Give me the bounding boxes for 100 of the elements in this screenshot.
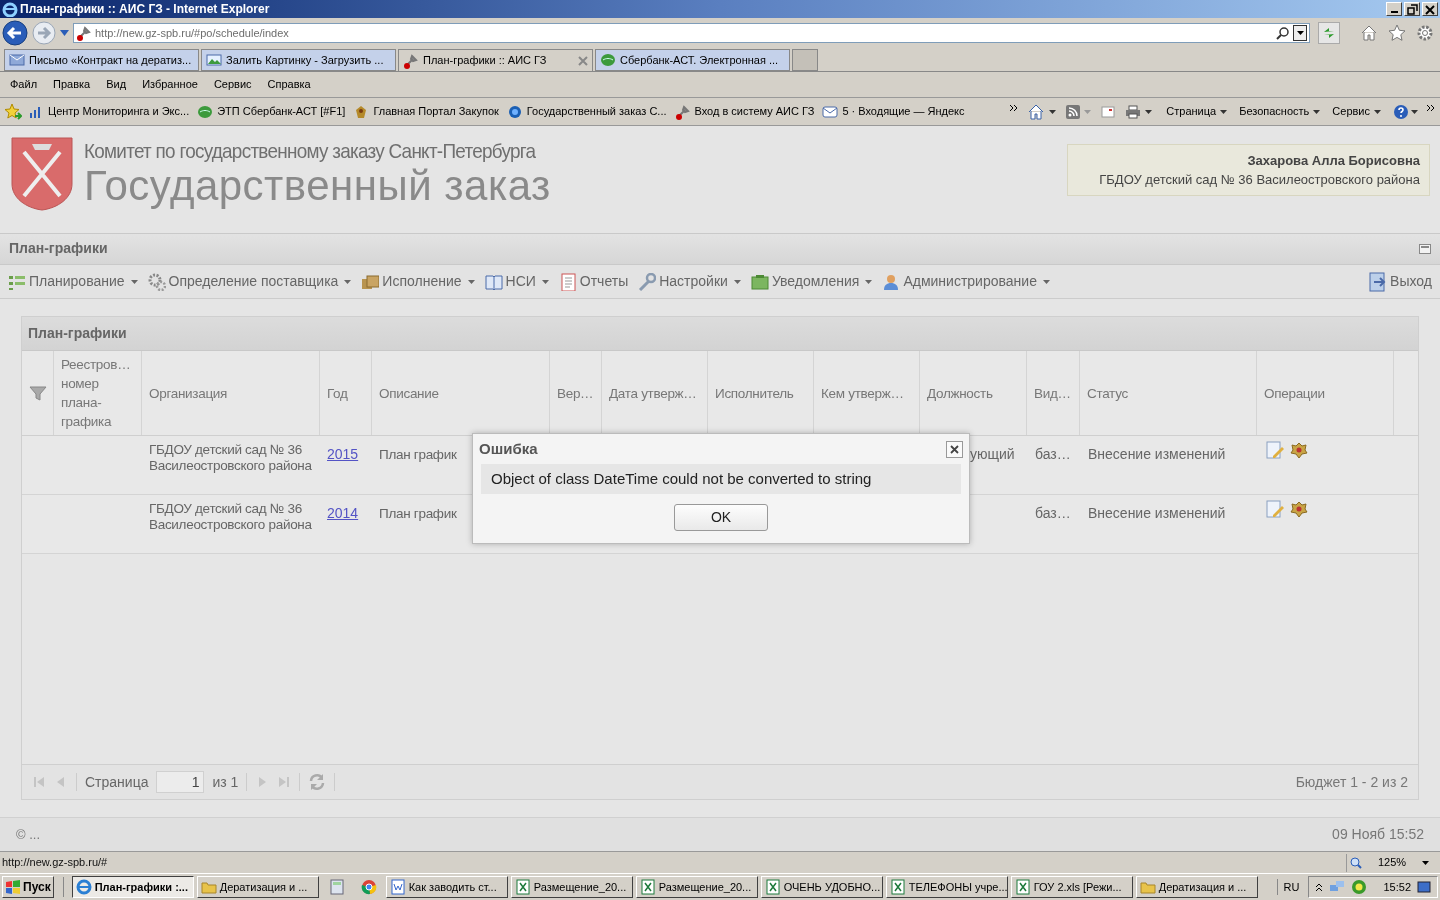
site-icon (197, 103, 214, 120)
minimize-button[interactable] (1386, 2, 1402, 16)
chevron-icon[interactable] (1426, 103, 1436, 112)
menu-item[interactable]: Избранное (134, 76, 206, 93)
zoom-button[interactable]: 125% (1346, 853, 1432, 872)
browser-tab[interactable]: Сбербанк-АСТ. Электронная ... (595, 49, 790, 71)
add-favorite-icon[interactable] (4, 102, 22, 121)
taskbar-button[interactable]: Размещение_20... (510, 876, 633, 898)
home-icon[interactable] (1027, 102, 1046, 121)
close-button[interactable] (1422, 2, 1438, 16)
history-dropdown-icon[interactable] (60, 30, 69, 36)
favorites-link[interactable]: 5 · Входящие — Яндекс (822, 103, 965, 120)
menu-item[interactable]: Файл (2, 76, 46, 93)
show-desktop-icon[interactable] (1417, 880, 1431, 894)
toolbar-icon (638, 272, 657, 291)
status-url: http://new.gz-spb.ru/# (2, 855, 108, 871)
column-header[interactable]: Вер… (557, 383, 594, 403)
feed-icon[interactable] (1066, 104, 1081, 119)
favorites-link[interactable]: Государственный заказ С... (506, 103, 667, 120)
menu-item[interactable]: Сервис (205, 76, 260, 93)
favorites-link[interactable]: ЭТП Сбербанк-АСТ [#F1] (197, 103, 346, 120)
command-menu-button[interactable]: Сервис (1332, 103, 1381, 120)
app-icon (764, 879, 781, 895)
column-header[interactable]: Год (327, 383, 348, 403)
help-icon[interactable] (1393, 103, 1409, 120)
year-link[interactable]: 2015 (327, 446, 359, 463)
grid-title: План-графики (28, 324, 127, 344)
back-button[interactable] (2, 20, 28, 46)
toolbar-icon (558, 272, 577, 291)
column-header[interactable]: Операции (1264, 383, 1325, 403)
toolbar-menu-button[interactable]: Отчеты (558, 271, 629, 293)
toolbar-menu-button[interactable]: Исполнение (361, 271, 475, 293)
command-menu-button[interactable]: Страница (1166, 103, 1228, 120)
column-header[interactable]: Кем утверж… (821, 383, 904, 403)
address-field[interactable]: http://new.gz-spb.ru/#po/schedule/index (73, 23, 1310, 43)
windows-logo-icon (5, 880, 21, 894)
taskbar-button[interactable]: Размещение_20... (635, 876, 758, 898)
toolbar-menu-button[interactable]: Настройки (638, 271, 741, 293)
exit-button[interactable]: Выход (1368, 271, 1432, 293)
position-cell: ующий (970, 446, 1015, 463)
app-icon (1139, 879, 1156, 895)
taskbar-button[interactable]: Дератизация и ... (196, 876, 319, 898)
restore-button[interactable] (1404, 2, 1420, 16)
favorites-link[interactable]: Вход в систему АИС ГЗ (674, 103, 815, 120)
command-menu-button[interactable]: Безопасность (1239, 103, 1321, 120)
emblem-icon[interactable] (1289, 440, 1309, 461)
page-number-field[interactable]: 1 (156, 771, 205, 794)
mail-icon[interactable] (1101, 105, 1116, 118)
toolbar-menu-button[interactable]: Уведомления (750, 271, 873, 293)
print-icon[interactable] (1125, 104, 1142, 119)
dialog-close-button[interactable] (946, 440, 963, 458)
browser-tab[interactable]: Залить Картинку - Загрузить ... (201, 49, 396, 71)
favorites-link[interactable]: Главная Портал Закупок (353, 103, 499, 120)
tab-close-icon[interactable] (578, 55, 588, 66)
column-header[interactable]: Вид… (1034, 383, 1071, 403)
address-dropdown[interactable] (1293, 25, 1307, 41)
type-cell: баз… (1035, 446, 1071, 463)
antivirus-icon[interactable] (1351, 879, 1368, 895)
taskbar-button[interactable]: ОЧЕНЬ УДОБНО... (760, 876, 883, 898)
collapse-icon[interactable] (1419, 243, 1431, 254)
column-header[interactable]: Исполнитель (715, 383, 794, 403)
tab-page-icon (403, 52, 419, 69)
refresh-button[interactable] (1318, 22, 1340, 44)
settings-icon[interactable] (1416, 24, 1434, 42)
toolbar-menu-button[interactable]: НСИ (484, 271, 549, 293)
taskbar-button[interactable]: ГОУ 2.xls [Режи... (1010, 876, 1133, 898)
column-header[interactable]: Описание (379, 383, 439, 403)
tray-expand-icon[interactable] (1315, 882, 1324, 892)
column-header[interactable]: Реестров… номер плана-графика (61, 355, 134, 432)
taskbar-button[interactable]: Дератизация и ... (1135, 876, 1258, 898)
app-icon (200, 879, 217, 895)
emblem-icon[interactable] (1289, 499, 1309, 520)
favorites-star-icon[interactable] (1388, 24, 1406, 42)
toolbar-icon (361, 272, 380, 291)
toolbar-menu-button[interactable]: Планирование (8, 271, 138, 293)
menu-item[interactable]: Вид (98, 76, 135, 93)
toolbar-menu-button[interactable]: Администрирование (882, 271, 1050, 293)
ok-button[interactable]: OK (674, 504, 768, 531)
taskbar-button[interactable]: ТЕЛЕФОНЫ учре... (885, 876, 1008, 898)
search-icon[interactable] (1276, 26, 1290, 40)
menu-item[interactable]: Справка (259, 76, 319, 93)
chevron-icon[interactable] (1009, 103, 1020, 112)
column-header[interactable]: Организация (149, 383, 228, 403)
column-header[interactable]: Дата утверж… (609, 383, 697, 403)
start-button[interactable]: Пуск (2, 876, 54, 898)
toolbar-menu-button[interactable]: Определение поставщика (147, 271, 352, 293)
browser-icon[interactable] (360, 879, 377, 895)
browser-tab[interactable]: Письмо «Контракт на дератиз... (4, 49, 199, 71)
language-indicator[interactable]: RU (1276, 878, 1306, 896)
close-icon (1423, 3, 1437, 15)
browser-tab[interactable]: План-графики :: АИС ГЗ (398, 49, 593, 71)
taskbar-button[interactable]: Как заводить ст... (385, 876, 508, 898)
year-link[interactable]: 2014 (327, 505, 359, 522)
taskbar-button[interactable]: План-графики :... (71, 876, 194, 898)
column-header[interactable]: Статус (1087, 383, 1128, 403)
column-header[interactable]: Должность (927, 383, 993, 403)
home-icon[interactable] (1360, 24, 1378, 42)
menu-item[interactable]: Правка (45, 76, 99, 93)
filter-icon[interactable] (28, 385, 47, 402)
favorites-link[interactable]: Центр Мониторинга и Экс... (28, 103, 190, 120)
